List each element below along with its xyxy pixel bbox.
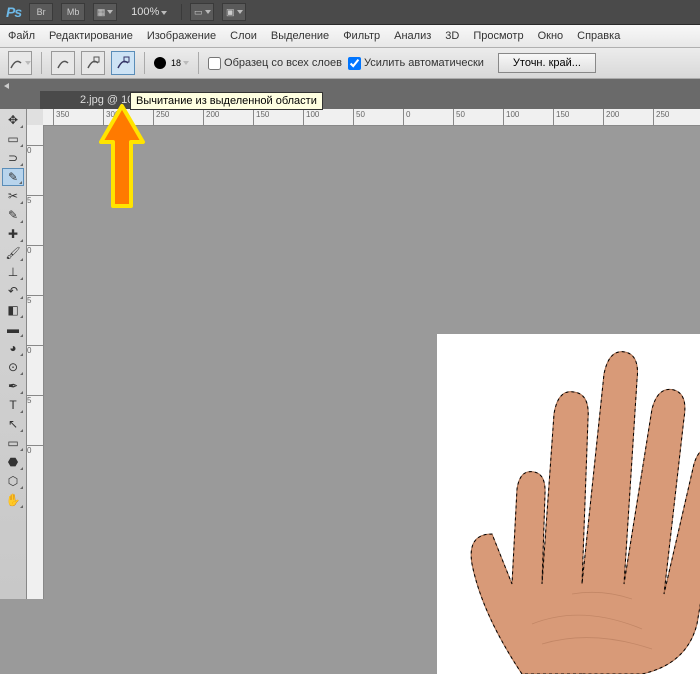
tooltip: Вычитание из выделенной области bbox=[130, 92, 323, 110]
lasso-tool[interactable]: ⊃ bbox=[2, 149, 24, 167]
toolbox: ✥ ▭ ⊃ ✎ ✂ ✎ ✚ 🖌 ⊥ ↶ ◧ ▬ ◕ ⊙ ✒ T ↖ ▭ ⬣ ⬡ … bbox=[0, 109, 27, 599]
tool-preset-icon[interactable] bbox=[8, 51, 32, 75]
arrange-button[interactable]: ▭ bbox=[190, 3, 214, 21]
3d-tool[interactable]: ⬣ bbox=[2, 453, 24, 471]
options-bar: 18 Образец со всех слоев Усилить автомат… bbox=[0, 48, 700, 79]
ruler-corner bbox=[27, 109, 44, 126]
new-selection-icon[interactable] bbox=[51, 51, 75, 75]
stamp-tool[interactable]: ⊥ bbox=[2, 263, 24, 281]
tab-scroll-left-icon[interactable] bbox=[4, 83, 9, 89]
brush-dot-icon bbox=[154, 57, 166, 69]
bridge-button[interactable]: Br bbox=[29, 3, 53, 21]
app-topbar: Ps Br Mb ▦ 100% ▭ ▣ bbox=[0, 0, 700, 25]
blur-tool[interactable]: ◕ bbox=[2, 339, 24, 357]
ruler-vertical: 0 5 0 5 0 5 0 bbox=[27, 125, 44, 599]
subtract-selection-icon[interactable] bbox=[111, 51, 135, 75]
path-tool[interactable]: ↖ bbox=[2, 415, 24, 433]
menu-help[interactable]: Справка bbox=[577, 30, 620, 42]
brush-preset[interactable]: 18 bbox=[154, 57, 189, 69]
marquee-tool[interactable]: ▭ bbox=[2, 130, 24, 148]
3d-camera-tool[interactable]: ⬡ bbox=[2, 472, 24, 490]
menu-edit[interactable]: Редактирование bbox=[49, 30, 133, 42]
menu-3d[interactable]: 3D bbox=[445, 30, 459, 42]
minibridge-button[interactable]: Mb bbox=[61, 3, 85, 21]
quick-selection-tool[interactable]: ✎ bbox=[2, 168, 24, 186]
crop-tool[interactable]: ✂ bbox=[2, 187, 24, 205]
menu-window[interactable]: Окно bbox=[538, 30, 564, 42]
ps-logo: Ps bbox=[6, 4, 21, 20]
refine-edge-button[interactable]: Уточн. край... bbox=[498, 53, 596, 73]
menu-select[interactable]: Выделение bbox=[271, 30, 329, 42]
shape-tool[interactable]: ▭ bbox=[2, 434, 24, 452]
healing-tool[interactable]: ✚ bbox=[2, 225, 24, 243]
pen-tool[interactable]: ✒ bbox=[2, 377, 24, 395]
brush-size-value: 18 bbox=[171, 58, 181, 68]
hand-image bbox=[442, 334, 700, 674]
history-brush-tool[interactable]: ↶ bbox=[2, 282, 24, 300]
eraser-tool[interactable]: ◧ bbox=[2, 301, 24, 319]
hand-tool[interactable]: ✋ bbox=[2, 491, 24, 509]
view-extras-button[interactable]: ▦ bbox=[93, 3, 117, 21]
brush-tool[interactable]: 🖌 bbox=[2, 244, 24, 262]
dodge-tool[interactable]: ⊙ bbox=[2, 358, 24, 376]
menu-layer[interactable]: Слои bbox=[230, 30, 257, 42]
zoom-level[interactable]: 100% bbox=[125, 6, 173, 18]
menu-analysis[interactable]: Анализ bbox=[394, 30, 431, 42]
menu-bar: Файл Редактирование Изображение Слои Выд… bbox=[0, 25, 700, 48]
image-canvas[interactable] bbox=[437, 334, 700, 674]
annotation-arrow-icon bbox=[97, 102, 147, 212]
menu-image[interactable]: Изображение bbox=[147, 30, 216, 42]
menu-file[interactable]: Файл bbox=[8, 30, 35, 42]
type-tool[interactable]: T bbox=[2, 396, 24, 414]
sample-all-layers-checkbox[interactable]: Образец со всех слоев bbox=[208, 57, 342, 70]
eyedropper-tool[interactable]: ✎ bbox=[2, 206, 24, 224]
menu-view[interactable]: Просмотр bbox=[473, 30, 523, 42]
add-selection-icon[interactable] bbox=[81, 51, 105, 75]
auto-enhance-checkbox[interactable]: Усилить автоматически bbox=[348, 57, 484, 70]
screen-mode-button[interactable]: ▣ bbox=[222, 3, 246, 21]
move-tool[interactable]: ✥ bbox=[2, 111, 24, 129]
gradient-tool[interactable]: ▬ bbox=[2, 320, 24, 338]
menu-filter[interactable]: Фильтр bbox=[343, 30, 380, 42]
